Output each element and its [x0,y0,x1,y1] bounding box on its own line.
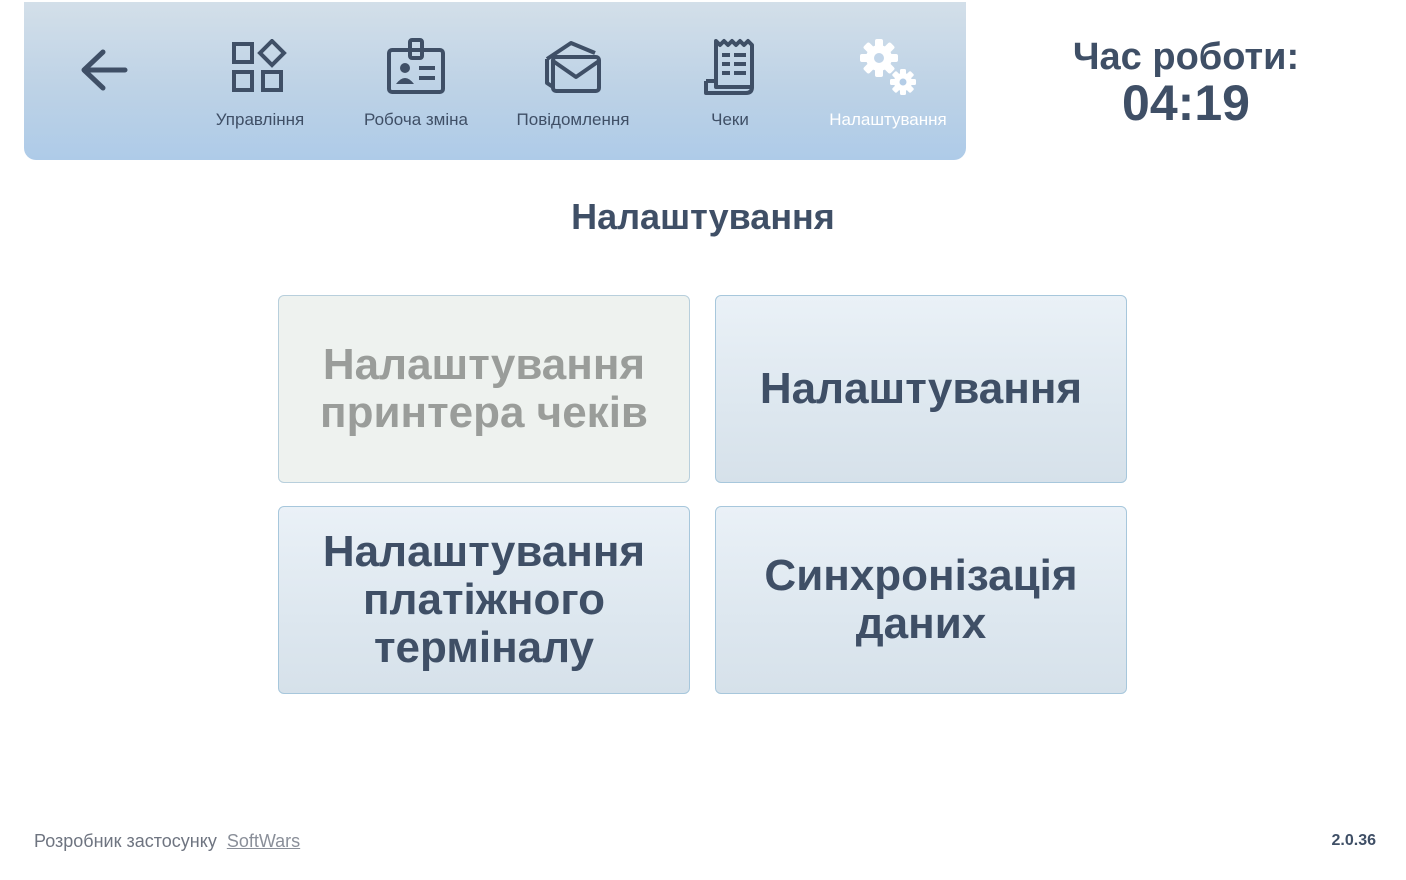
nav-receipts[interactable]: Чеки [655,36,805,136]
nav-management-label: Управління [215,110,305,129]
receipt-printer-settings-button[interactable]: Налаштування принтера чеків [278,295,690,483]
data-sync-label: Синхронізація даних [764,551,1078,648]
work-time-label: Час роботи: [1072,36,1300,78]
gears-icon [857,36,919,98]
receipt-printer-settings-label: Налаштування принтера чеків [320,340,648,437]
page-title: Налаштування [571,196,835,237]
app-version: 2.0.36 [1331,832,1376,849]
top-toolbar: Управління Робоча зміна Повідомлення Чек… [24,2,966,160]
management-grid-icon [229,36,291,98]
work-time-value: 04:19 [1122,75,1250,131]
nav-management[interactable]: Управління [185,36,335,136]
nav-messages[interactable]: Повідомлення [498,36,648,136]
developer-link[interactable]: SoftWars [227,831,300,851]
id-badge-icon [385,36,447,98]
receipt-icon [699,36,761,98]
payment-terminal-settings-label: Налаштування платіжного терміналу [322,527,646,672]
back-button[interactable] [76,42,132,98]
work-time: Час роботи: 04:19 [1040,36,1332,128]
footer-developer-label: Розробник застосунку [34,831,217,851]
nav-messages-label: Повідомлення [516,110,630,129]
general-settings-label: Налаштування [759,364,1083,413]
nav-work-shift-label: Робоча зміна [363,110,468,129]
payment-terminal-settings-button[interactable]: Налаштування платіжного терміналу [278,506,690,694]
nav-receipts-label: Чеки [711,110,749,129]
general-settings-button[interactable]: Налаштування [715,295,1127,483]
nav-work-shift[interactable]: Робоча зміна [341,36,491,136]
envelope-icon [542,36,604,98]
nav-settings-label: Налаштування [829,110,947,129]
nav-settings[interactable]: Налаштування [813,36,963,136]
footer-developer: Розробник застосунку SoftWars [34,831,300,852]
data-sync-button[interactable]: Синхронізація даних [715,506,1127,694]
arrow-left-icon [81,49,128,91]
